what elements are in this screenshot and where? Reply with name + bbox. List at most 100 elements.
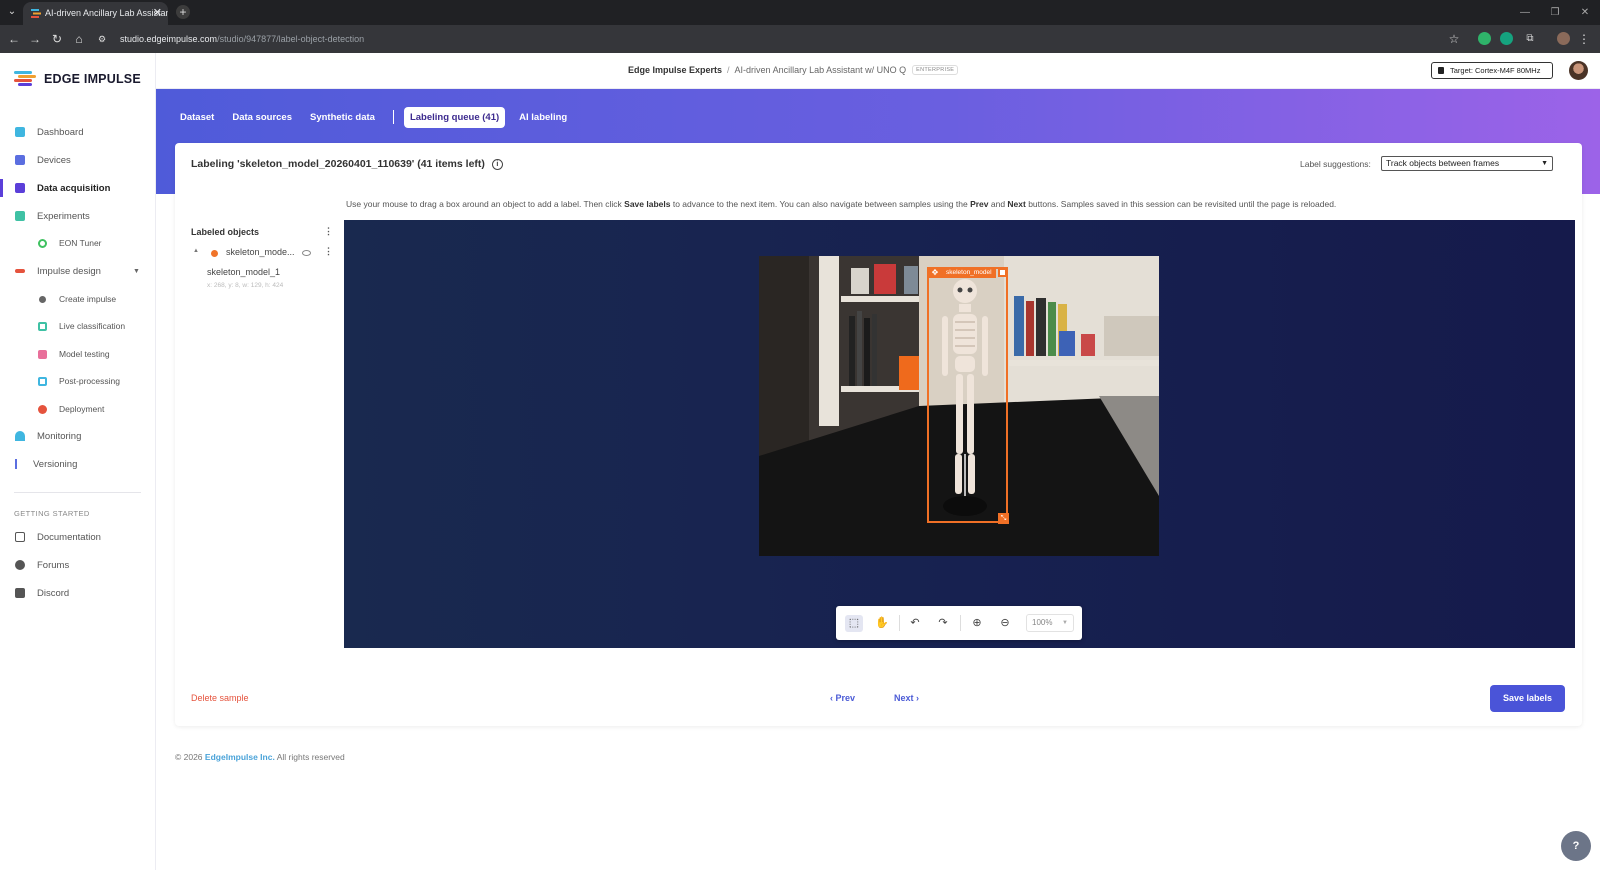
breadcrumb-org[interactable]: Edge Impulse Experts bbox=[628, 65, 722, 75]
labeled-object-row[interactable]: ▲ skeleton_mode... ⋮ bbox=[191, 246, 339, 262]
pan-hand-tool-icon[interactable]: ✋ bbox=[873, 615, 891, 632]
monitor-icon bbox=[15, 127, 25, 137]
sidebar-item-versioning[interactable]: Versioning bbox=[0, 453, 155, 475]
collapse-caret-icon[interactable]: ▲ bbox=[193, 248, 199, 254]
save-labels-button[interactable]: Save labels bbox=[1490, 685, 1565, 712]
extension-grammarly-icon[interactable] bbox=[1500, 32, 1513, 45]
sidebar-item-label: Dashboard bbox=[37, 126, 84, 138]
next-label: Next bbox=[894, 693, 914, 703]
forward-icon[interactable]: → bbox=[27, 31, 43, 47]
tab-data-sources[interactable]: Data sources bbox=[232, 112, 292, 123]
page-footer: © 2026 EdgeImpulse Inc. All rights reser… bbox=[175, 752, 345, 762]
back-icon[interactable]: ← bbox=[6, 31, 22, 47]
resize-handle-icon[interactable]: ⤡ bbox=[998, 513, 1009, 524]
chevron-down-icon[interactable]: ▼ bbox=[133, 268, 140, 275]
dot-icon bbox=[39, 295, 46, 303]
sidebar-item-data-acquisition[interactable]: Data acquisition bbox=[0, 177, 155, 199]
bounding-box[interactable]: ✥ skeleton_model ⤡ bbox=[927, 267, 1009, 524]
instruction-text: Use your mouse to drag a box around an o… bbox=[346, 199, 625, 209]
delete-sample-link[interactable]: Delete sample bbox=[191, 693, 249, 703]
label-suggestions-value: Track objects between frames bbox=[1386, 158, 1500, 168]
zoom-in-icon[interactable]: ⊕ bbox=[968, 615, 986, 632]
sidebar-item-label: Monitoring bbox=[37, 430, 82, 442]
panel-title-text: Labeling 'skeleton_model_20260401_110639… bbox=[191, 158, 485, 170]
site-settings-icon[interactable]: ⚙ bbox=[94, 31, 110, 47]
grid-icon bbox=[15, 211, 25, 221]
extension-shield-icon[interactable] bbox=[1478, 32, 1491, 45]
footer-brand-link[interactable]: EdgeImpulse Inc. bbox=[205, 752, 275, 762]
tab-close-icon[interactable]: ✕ bbox=[153, 2, 162, 25]
delete-box-icon[interactable] bbox=[997, 268, 1007, 277]
reload-icon[interactable]: ↻ bbox=[49, 31, 65, 47]
chevron-right-icon: › bbox=[913, 693, 920, 703]
sidebar-item-post-processing[interactable]: Post-processing bbox=[0, 370, 155, 392]
tab-ai-labeling[interactable]: AI labeling bbox=[519, 112, 567, 123]
sidebar-item-discord[interactable]: Discord bbox=[0, 582, 155, 604]
zoom-level-select[interactable]: 100% ▼ bbox=[1026, 614, 1074, 632]
footer-rights: All rights reserved bbox=[276, 752, 345, 762]
label-color-dot bbox=[211, 250, 218, 257]
draw-box-tool-icon[interactable]: ⬚ bbox=[845, 615, 863, 632]
extensions-puzzle-icon[interactable]: ⧉ bbox=[1522, 31, 1538, 47]
sidebar-item-forums[interactable]: Forums bbox=[0, 554, 155, 576]
sidebar-item-dashboard[interactable]: Dashboard bbox=[0, 121, 155, 143]
tab-search-icon[interactable]: ⌄ bbox=[4, 4, 20, 20]
user-avatar[interactable] bbox=[1569, 61, 1588, 80]
labeled-object-instance[interactable]: skeleton_model_1 bbox=[207, 267, 280, 277]
sample-image[interactable]: ✥ skeleton_model ⤡ bbox=[759, 256, 1159, 556]
sidebar-item-impulse-design[interactable]: Impulse design ▼ bbox=[0, 260, 155, 282]
label-suggestions-select[interactable]: Track objects between frames ▼ bbox=[1381, 156, 1553, 171]
sidebar-item-experiments[interactable]: Experiments bbox=[0, 205, 155, 227]
sidebar-divider bbox=[14, 492, 141, 493]
section-label-getting-started: GETTING STARTED bbox=[14, 509, 90, 518]
profile-avatar-icon[interactable] bbox=[1557, 32, 1570, 45]
address-bar: ← → ↻ ⌂ ⚙ studio.edgeimpulse.com/studio/… bbox=[0, 25, 1600, 53]
browser-tab[interactable]: AI-driven Ancillary Lab Assistan ✕ bbox=[23, 2, 168, 25]
url-field[interactable]: studio.edgeimpulse.com/studio/947877/lab… bbox=[120, 31, 364, 47]
undo-icon[interactable]: ↶ bbox=[906, 615, 924, 632]
bookmark-star-icon[interactable]: ☆ bbox=[1446, 31, 1462, 47]
page-title: Labeling 'skeleton_model_20260401_110639… bbox=[191, 158, 503, 170]
sidebar-item-model-testing[interactable]: Model testing bbox=[0, 343, 155, 365]
sidebar-item-label: Forums bbox=[37, 559, 70, 571]
sidebar-item-label: EON Tuner bbox=[59, 238, 102, 248]
browser-tab-title: AI-driven Ancillary Lab Assistan bbox=[45, 8, 168, 18]
canvas-toolbar: ⬚ ✋ ↶ ↷ ⊕ ⊖ 100% ▼ bbox=[836, 606, 1082, 640]
instruction-prev-term: Prev bbox=[970, 199, 989, 209]
edge-impulse-logo[interactable]: EDGE IMPULSE bbox=[14, 70, 141, 88]
browser-menu-icon[interactable]: ⋮ bbox=[1576, 31, 1592, 47]
home-icon[interactable]: ⌂ bbox=[71, 31, 87, 47]
help-button[interactable]: ? bbox=[1561, 831, 1591, 861]
prev-button[interactable]: ‹ Prev bbox=[830, 693, 855, 703]
tab-synthetic-data[interactable]: Synthetic data bbox=[310, 112, 375, 123]
next-button[interactable]: Next › bbox=[894, 693, 919, 703]
sidebar-item-devices[interactable]: Devices bbox=[0, 149, 155, 171]
restore-icon[interactable]: ❐ bbox=[1540, 0, 1570, 25]
sidebar-item-documentation[interactable]: Documentation bbox=[0, 526, 155, 548]
labeling-canvas[interactable]: ✥ skeleton_model ⤡ ⬚ ✋ ↶ ↷ ⊕ ⊖ 100% ▼ bbox=[344, 220, 1575, 648]
labeling-instructions: Use your mouse to drag a box around an o… bbox=[346, 199, 1336, 209]
sidebar-item-live-classification[interactable]: Live classification bbox=[0, 315, 155, 337]
sidebar-item-deployment[interactable]: Deployment bbox=[0, 398, 155, 420]
new-tab-button[interactable]: + bbox=[176, 5, 190, 19]
sidebar-item-label: Discord bbox=[37, 587, 70, 599]
labeled-objects-menu-icon[interactable]: ⋮ bbox=[324, 226, 333, 237]
sidebar-item-monitoring[interactable]: Monitoring bbox=[0, 425, 155, 447]
object-menu-icon[interactable]: ⋮ bbox=[324, 246, 333, 257]
eye-icon[interactable] bbox=[302, 250, 311, 256]
sidebar-item-create-impulse[interactable]: Create impulse bbox=[0, 288, 155, 310]
tab-labeling-queue[interactable]: Labeling queue (41) bbox=[403, 106, 506, 128]
move-icon[interactable]: ✥ bbox=[930, 268, 940, 277]
sidebar-item-label: Post-processing bbox=[59, 376, 120, 386]
zoom-out-icon[interactable]: ⊖ bbox=[996, 615, 1014, 632]
info-icon[interactable]: i bbox=[491, 158, 503, 170]
bounding-box-label[interactable]: ✥ skeleton_model bbox=[929, 267, 1007, 278]
target-device-button[interactable]: Target: Cortex-M4F 80MHz bbox=[1431, 62, 1553, 79]
sidebar-item-eon-tuner[interactable]: EON Tuner bbox=[0, 232, 155, 254]
minimize-icon[interactable]: — bbox=[1510, 0, 1540, 25]
close-window-icon[interactable]: ✕ bbox=[1570, 0, 1600, 25]
footer-year: © 2026 bbox=[175, 752, 203, 762]
breadcrumb-project[interactable]: AI-driven Ancillary Lab Assistant w/ UNO… bbox=[735, 65, 907, 75]
tab-dataset[interactable]: Dataset bbox=[180, 112, 214, 123]
redo-icon[interactable]: ↷ bbox=[934, 615, 952, 632]
